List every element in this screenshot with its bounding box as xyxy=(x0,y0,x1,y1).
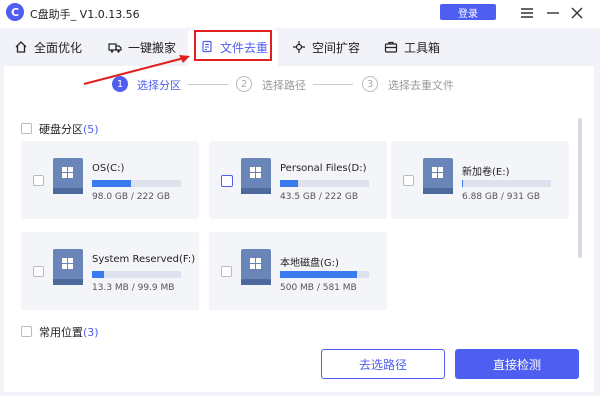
drive-size: 6.88 GB / 931 GB xyxy=(462,192,540,202)
drive-checkbox[interactable] xyxy=(33,266,44,277)
step-2-number: 2 xyxy=(236,76,252,92)
select-path-button[interactable]: 去选路径 xyxy=(321,349,445,379)
minimize-icon[interactable] xyxy=(544,4,562,22)
step-1-number: 1 xyxy=(112,76,128,92)
drive-usage-bar xyxy=(280,271,369,278)
common-select-all-checkbox[interactable] xyxy=(21,326,32,337)
partitions-count: (5) xyxy=(83,123,99,136)
drive-card-f[interactable]: System Reserved(F:) 13.3 MB / 99.9 MB xyxy=(21,232,199,310)
drive-size: 500 MB / 581 MB xyxy=(280,283,357,293)
step-3-number: 3 xyxy=(362,76,378,92)
drive-checkbox[interactable] xyxy=(403,175,414,186)
drive-name: 本地磁盘(G:) xyxy=(280,258,339,269)
menu-icon[interactable] xyxy=(518,4,536,22)
tab-bar: 全面优化 一键搬家 文件去重 空间扩容 工具箱 xyxy=(0,28,600,66)
drive-icon xyxy=(53,249,83,285)
drive-usage-fill xyxy=(280,180,298,187)
drive-icon xyxy=(241,249,271,285)
truck-icon xyxy=(108,40,122,54)
step-1-label: 选择分区 xyxy=(137,79,181,92)
step-connector xyxy=(188,84,228,85)
common-section-label: 常用位置(3) xyxy=(39,324,99,340)
drive-checkbox[interactable] xyxy=(221,266,232,277)
drive-usage-bar xyxy=(92,180,181,187)
drive-size: 43.5 GB / 222 GB xyxy=(280,192,358,202)
login-button[interactable]: 登录 xyxy=(440,4,496,20)
drive-checkbox[interactable] xyxy=(33,175,44,186)
drive-size: 98.0 GB / 222 GB xyxy=(92,192,170,202)
drive-card-d[interactable]: Personal Files(D:) 43.5 GB / 222 GB xyxy=(209,141,387,219)
drive-card-e[interactable]: 新加卷(E:) 6.88 GB / 931 GB xyxy=(391,141,569,219)
drive-usage-bar xyxy=(462,180,551,187)
drive-name: Personal Files(D:) xyxy=(280,163,367,174)
highlight-box xyxy=(194,30,272,61)
partitions-section-label: 硬盘分区(5) xyxy=(39,121,99,137)
drive-icon xyxy=(423,158,453,194)
drive-size: 13.3 MB / 99.9 MB xyxy=(92,283,175,293)
drive-usage-bar xyxy=(92,271,181,278)
toolbox-icon xyxy=(384,40,398,54)
common-label: 常用位置 xyxy=(39,326,83,339)
main-panel xyxy=(4,66,594,392)
drive-name: 新加卷(E:) xyxy=(462,167,510,178)
tab-label: 一键搬家 xyxy=(128,40,177,55)
drive-icon xyxy=(53,158,83,194)
drive-usage-fill xyxy=(462,180,463,187)
drive-card-g[interactable]: 本地磁盘(G:) 500 MB / 581 MB xyxy=(209,232,387,310)
drive-usage-fill xyxy=(92,180,132,187)
partitions-label: 硬盘分区 xyxy=(39,123,83,136)
app-title: C盘助手_ V1.0.13.56 xyxy=(30,8,140,21)
drive-checkbox[interactable] xyxy=(221,175,233,187)
tab-expand-space[interactable]: 空间扩容 xyxy=(292,28,368,66)
drive-card-c[interactable]: OS(C:) 98.0 GB / 222 GB xyxy=(21,141,199,219)
tab-label: 工具箱 xyxy=(404,40,441,55)
drive-icon xyxy=(241,158,271,194)
expand-icon xyxy=(292,40,306,54)
tab-migrate[interactable]: 一键搬家 xyxy=(108,28,184,66)
step-connector xyxy=(313,84,353,85)
home-icon xyxy=(14,40,28,54)
step-2-label: 选择路径 xyxy=(262,79,306,92)
tab-label: 全面优化 xyxy=(34,40,83,55)
scan-button[interactable]: 直接检测 xyxy=(455,349,579,379)
tab-label: 空间扩容 xyxy=(312,40,361,55)
drive-usage-fill xyxy=(280,271,357,278)
scrollbar[interactable] xyxy=(578,118,582,258)
common-count: (3) xyxy=(83,326,99,339)
drive-usage-bar xyxy=(280,180,369,187)
drive-name: System Reserved(F:) xyxy=(92,254,196,265)
title-bar: C C盘助手_ V1.0.13.56 登录 xyxy=(0,0,600,28)
partitions-select-all-checkbox[interactable] xyxy=(21,123,32,134)
drive-usage-fill xyxy=(92,271,104,278)
drive-name: OS(C:) xyxy=(92,163,125,174)
tab-full-optimize[interactable]: 全面优化 xyxy=(14,28,88,66)
step-indicator: 1 选择分区 2 选择路径 3 选择去重文件 xyxy=(112,76,472,94)
tab-toolbox[interactable]: 工具箱 xyxy=(384,28,448,66)
app-logo-icon: C xyxy=(6,3,24,21)
close-icon[interactable] xyxy=(568,4,586,22)
step-3-label: 选择去重文件 xyxy=(388,79,454,92)
